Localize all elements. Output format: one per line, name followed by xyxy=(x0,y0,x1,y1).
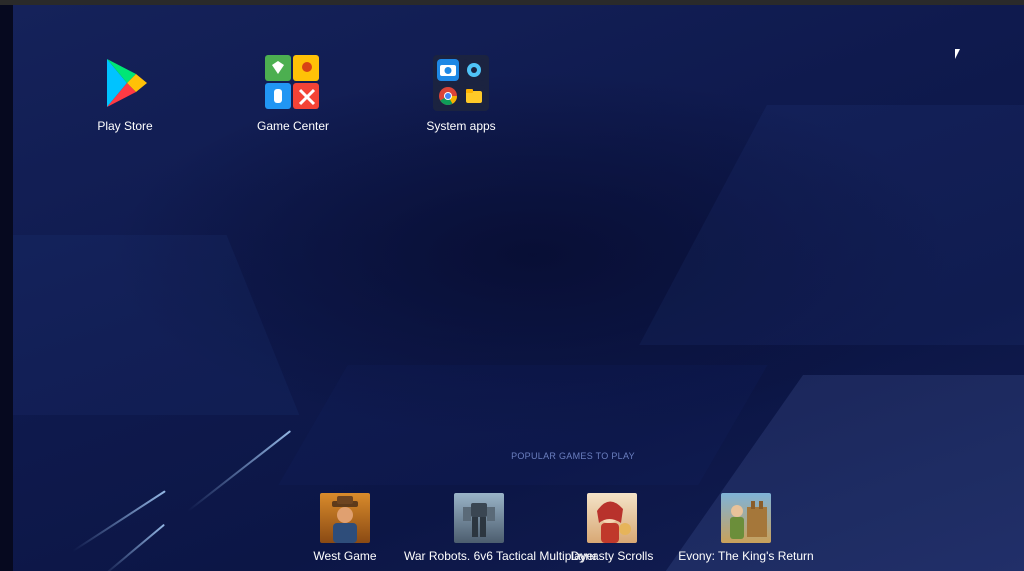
background-shape xyxy=(639,105,1024,345)
app-label: System apps xyxy=(426,119,496,133)
mouse-cursor-icon xyxy=(955,49,960,59)
game-label: War Robots. 6v6 Tactical Multiplayer xyxy=(404,549,598,563)
game-label: Evony: The King's Return xyxy=(678,549,814,563)
west-game-icon xyxy=(320,493,370,543)
camera-icon xyxy=(437,59,459,81)
app-label: Play Store xyxy=(97,119,153,133)
background-shape xyxy=(13,235,300,415)
game-label: Dynasty Scrolls xyxy=(570,549,654,563)
app-play-store[interactable]: Play Store xyxy=(65,55,185,133)
home-screen: Play Store Game Center System apps POPUL… xyxy=(13,5,1024,571)
window-left-edge xyxy=(0,5,13,571)
game-center-icon xyxy=(265,55,321,111)
light-streak xyxy=(102,523,165,571)
game-dynasty-scrolls[interactable]: Dynasty Scrolls xyxy=(537,493,687,563)
background-shape xyxy=(278,365,768,485)
system-apps-folder-icon xyxy=(433,55,489,111)
app-system-apps[interactable]: System apps xyxy=(401,55,521,133)
popular-games-heading: POPULAR GAMES TO PLAY xyxy=(511,451,635,461)
game-evony[interactable]: Evony: The King's Return xyxy=(671,493,821,563)
settings-icon xyxy=(463,59,485,81)
game-war-robots[interactable]: War Robots. 6v6 Tactical Multiplayer xyxy=(404,493,598,563)
game-label: West Game xyxy=(313,549,377,563)
app-label: Game Center xyxy=(256,119,330,133)
play-store-icon xyxy=(97,55,153,111)
app-game-center[interactable]: Game Center xyxy=(233,55,353,133)
file-manager-icon xyxy=(463,85,485,107)
evony-icon xyxy=(721,493,771,543)
game-west-game[interactable]: West Game xyxy=(270,493,420,563)
light-streak xyxy=(72,490,166,552)
chrome-icon xyxy=(437,85,459,107)
war-robots-icon xyxy=(454,493,504,543)
dynasty-scrolls-icon xyxy=(587,493,637,543)
